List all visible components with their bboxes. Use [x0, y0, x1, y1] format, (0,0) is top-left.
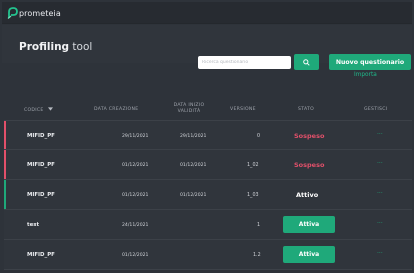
page-title-bold: Profiling: [19, 41, 70, 53]
table-row[interactable]: MIFID_PF 01/12/2021 01/12/2021 1_02 Sosp…: [4, 150, 412, 180]
cell-version: 0: [257, 134, 261, 139]
top-bar: prometeia: [2, 2, 412, 24]
sort-down-icon: [48, 107, 54, 111]
column-header-code-label: CODICE: [24, 108, 44, 113]
table-row[interactable]: test 24/11/2021 1 Attiva ···: [4, 210, 412, 240]
cell-code: MIFID_PF: [27, 192, 55, 198]
manage-menu-button[interactable]: ···: [377, 220, 383, 227]
import-link[interactable]: Importa: [354, 72, 377, 78]
cell-valid-start: 01/12/2021: [180, 163, 207, 168]
search-icon: [303, 58, 310, 66]
cell-valid-start: 01/12/2021: [180, 193, 207, 198]
page-title-light: tool: [72, 41, 93, 53]
table-row[interactable]: MIFID_PF 01/12/2021 01/12/2021 1_03 Atti…: [4, 180, 412, 210]
cell-version: 1_03: [247, 193, 259, 198]
search-button[interactable]: [294, 54, 319, 70]
cell-created: 01/12/2021: [122, 193, 149, 198]
column-header-valid-start-line1: DATA INIZIO: [173, 103, 205, 108]
table-row[interactable]: MIFID_PF 01/12/2021 1.2 Attiva ···: [4, 240, 412, 270]
activate-button[interactable]: Attiva: [283, 246, 335, 263]
status-label: Sospeso: [294, 132, 325, 140]
column-header-manage: GESTISCI: [364, 107, 388, 112]
status-label: Sospeso: [294, 161, 325, 169]
cell-code: MIFID_PF: [27, 252, 55, 258]
cell-version: 1.2: [253, 253, 261, 258]
app-window: prometeia Profiling tool Nuovo questiona…: [2, 2, 412, 273]
new-questionnaire-button[interactable]: Nuovo questionario: [329, 54, 411, 70]
cell-version: 1_02: [247, 163, 259, 168]
cell-version: 1: [257, 223, 261, 228]
status-indicator-bar: [4, 150, 6, 179]
column-header-valid-start[interactable]: DATA INIZIO VALIDITÀ: [170, 103, 208, 114]
table-header: CODICE DATA CREAZIONE DATA INIZIO VALIDI…: [2, 96, 412, 120]
search-input[interactable]: [198, 56, 291, 69]
status-label: Attivo: [296, 191, 319, 199]
cell-code: test: [27, 222, 40, 228]
activate-button[interactable]: Attiva: [283, 216, 335, 233]
cell-created: 29/11/2021: [122, 134, 149, 139]
status-indicator-bar: [4, 121, 6, 149]
page-title: Profiling tool: [19, 41, 92, 53]
brand-name: prometeia: [19, 8, 61, 18]
table-row[interactable]: MIFID_PF 29/11/2021 29/11/2021 0 Sospeso…: [4, 120, 412, 150]
cell-valid-start: 29/11/2021: [180, 134, 207, 139]
manage-menu-button[interactable]: ···: [377, 160, 383, 167]
cell-code: MIFID_PF: [27, 133, 55, 139]
manage-menu-button[interactable]: ···: [377, 190, 383, 197]
column-header-version[interactable]: VERSIONE: [230, 107, 256, 113]
cell-code: MIFID_PF: [27, 162, 55, 168]
column-header-valid-start-line2: VALIDITÀ: [177, 108, 201, 114]
column-header-code[interactable]: CODICE: [24, 107, 54, 114]
manage-menu-button[interactable]: ···: [377, 250, 383, 257]
column-header-state[interactable]: STATO: [298, 107, 314, 113]
prometeia-logo-icon: [7, 7, 18, 19]
column-header-created[interactable]: DATA CREAZIONE: [94, 107, 138, 113]
brand-logo[interactable]: prometeia: [7, 6, 61, 20]
manage-menu-button[interactable]: ···: [377, 131, 383, 138]
cell-created: 01/12/2021: [122, 253, 149, 258]
status-indicator-bar: [4, 180, 6, 209]
cell-created: 01/12/2021: [122, 163, 149, 168]
cell-created: 24/11/2021: [122, 223, 149, 228]
